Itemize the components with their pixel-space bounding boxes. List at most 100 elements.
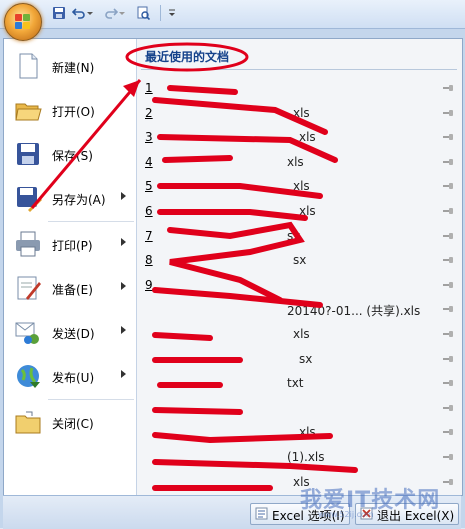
command-new[interactable]: 新建(N) (4, 46, 136, 86)
command-close[interactable]: 关闭(C) (4, 402, 136, 442)
command-label: 打开(O) (52, 105, 95, 119)
recent-document-number: 4 (145, 154, 153, 169)
recent-document-item[interactable]: txt (137, 372, 462, 396)
submenu-arrow-icon (121, 238, 126, 246)
recent-document-name: xls (293, 179, 310, 194)
recent-document-item[interactable]: 5 xls (137, 175, 462, 199)
save-as-icon (17, 187, 42, 212)
chevron-down-icon[interactable] (118, 6, 126, 20)
recent-document-name: xls (299, 130, 316, 145)
recent-document-name: (1).xls (287, 450, 325, 464)
recent-document-item[interactable]: xls (137, 323, 462, 347)
recent-document-item[interactable]: (1).xls (137, 446, 462, 470)
pin-icon[interactable] (443, 355, 453, 362)
save-icon (17, 143, 39, 165)
recent-document-number: 3 (145, 130, 153, 145)
submenu-arrow-icon (121, 192, 126, 200)
command-label: 发布(U) (52, 371, 95, 385)
recent-document-number: 2 (145, 105, 153, 120)
command-send[interactable]: 发送(D) (4, 312, 136, 352)
save-icon[interactable] (52, 6, 66, 20)
recent-document-item[interactable]: 8 sx (137, 249, 462, 273)
new-document-icon (19, 53, 38, 79)
title-divider (141, 69, 457, 70)
pin-icon[interactable] (443, 429, 453, 436)
recent-document-name: xls (299, 204, 316, 218)
pin-icon[interactable] (443, 134, 453, 141)
command-separator (48, 399, 134, 400)
submenu-arrow-icon (121, 282, 126, 290)
recent-document-name: xls (299, 425, 316, 440)
customize-toolbar-icon[interactable] (167, 6, 177, 20)
pin-icon[interactable] (443, 85, 453, 91)
recent-document-name: sx (287, 228, 301, 243)
pin-icon[interactable] (443, 404, 453, 411)
pin-icon[interactable] (443, 281, 453, 288)
office-menu: 新建(N) 打开(O) 保存(S) 另存为(A) 打印(P) 准备(E) 发送(… (3, 38, 463, 496)
command-list: 新建(N) 打开(O) 保存(S) 另存为(A) 打印(P) 准备(E) 发送(… (4, 39, 136, 495)
recent-document-name: xls (293, 327, 310, 341)
toolbar-separator (160, 5, 161, 21)
excel-window: 新建(N) 打开(O) 保存(S) 另存为(A) 打印(P) 准备(E) 发送(… (0, 0, 465, 529)
office-button[interactable] (4, 3, 42, 41)
chevron-down-icon[interactable] (86, 6, 94, 20)
pin-icon[interactable] (443, 306, 453, 313)
command-label: 准备(E) (52, 283, 93, 297)
office-logo-icon (15, 14, 31, 30)
recent-document-number: 1 (145, 81, 153, 95)
recent-document-name: txt (287, 376, 304, 391)
close-folder-icon (15, 411, 41, 434)
recent-document-item[interactable]: 4 xls (137, 151, 462, 175)
command-save-as[interactable]: 另存为(A) (4, 178, 136, 218)
pin-icon[interactable] (443, 208, 453, 214)
recent-document-item[interactable]: sx (137, 348, 462, 372)
recent-document-item[interactable]: 9 (137, 274, 462, 298)
command-prepare[interactable]: 准备(E) (4, 268, 136, 308)
command-print[interactable]: 打印(P) (4, 224, 136, 264)
prepare-icon (17, 276, 41, 300)
recent-documents-panel: 最近使用的文档 1 2 xls 3 xls 4 xls 5 xls 6 xls 7 sx 8 sx 9 2014… (137, 39, 462, 495)
command-save[interactable]: 保存(S) (4, 134, 136, 174)
pin-icon[interactable] (443, 109, 453, 116)
send-icon (15, 322, 39, 344)
redo-icon[interactable] (104, 6, 118, 20)
pin-icon[interactable] (443, 183, 453, 190)
submenu-arrow-icon (121, 370, 126, 378)
submenu-arrow-icon (121, 326, 126, 334)
undo-icon[interactable] (72, 6, 86, 20)
recent-document-name: sx (293, 253, 307, 268)
print-preview-icon[interactable] (136, 6, 150, 20)
command-open[interactable]: 打开(O) (4, 90, 136, 130)
recent-document-number: 8 (145, 253, 153, 268)
pin-icon[interactable] (443, 380, 453, 387)
recent-document-item[interactable]: 1 (137, 77, 462, 101)
recent-document-item[interactable]: 20140?-01... (共享).xls (137, 298, 462, 322)
command-label: 发送(D) (52, 327, 95, 341)
recent-document-item[interactable]: 6 xls (137, 200, 462, 224)
recent-document-number: 9 (145, 277, 153, 292)
recent-document-item[interactable]: 7 sx (137, 225, 462, 249)
command-label: 新建(N) (52, 61, 95, 75)
recent-document-name: xls (293, 105, 310, 120)
command-label: 关闭(C) (52, 417, 94, 431)
open-folder-icon (15, 103, 42, 121)
recent-document-name: sx (299, 351, 313, 366)
pin-icon[interactable] (443, 454, 453, 460)
pin-icon[interactable] (443, 331, 453, 337)
publish-icon (17, 365, 40, 388)
pin-icon[interactable] (443, 158, 453, 165)
command-separator (48, 221, 134, 222)
recent-documents-title: 最近使用的文档 (145, 50, 230, 64)
recent-document-name: xls (287, 154, 304, 169)
pin-icon[interactable] (443, 232, 453, 239)
recent-document-item[interactable]: xls (137, 421, 462, 445)
recent-document-item[interactable]: 3 xls (137, 126, 462, 150)
command-publish[interactable]: 发布(U) (4, 356, 136, 396)
recent-document-item[interactable] (137, 397, 462, 421)
pin-icon[interactable] (443, 257, 453, 264)
pin-icon[interactable] (443, 478, 453, 485)
quick-access-toolbar (0, 0, 465, 29)
recent-document-item[interactable]: 2 xls (137, 102, 462, 126)
recent-document-number: 7 (145, 228, 153, 243)
watermark-url: www.52ij.com (318, 510, 374, 519)
